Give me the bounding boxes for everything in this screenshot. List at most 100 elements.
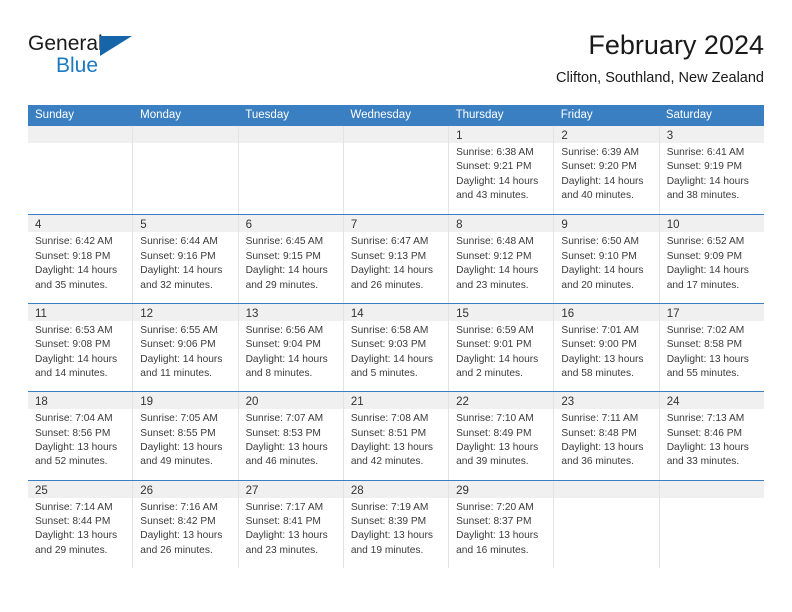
day-number-bar <box>28 126 133 143</box>
calendar-cell-empty <box>133 126 239 215</box>
sunset-text: Sunset: 8:44 PM <box>35 515 111 527</box>
sunrise-text: Sunrise: 7:17 AM <box>245 501 324 513</box>
day-number-bar: 7 <box>343 215 449 233</box>
day-number-bar: 23 <box>554 392 659 410</box>
calendar-week-row: 11 Sunrise: 6:53 AM Sunset: 9:08 PM Dayligh… <box>28 302 764 392</box>
calendar-day-cell[interactable]: 13 Sunrise: 6:56 AM Sunset: 9:04 PM Dayligh… <box>238 303 344 392</box>
calendar-day-cell[interactable]: 10 Sunrise: 6:52 AM Sunset: 9:09 PM Dayligh… <box>659 215 764 303</box>
day-sun-info: Sunrise: 6:55 AM Sunset: 9:06 PM Daylight:… <box>133 321 237 382</box>
calendar-day-cell[interactable]: 29 Sunrise: 7:20 AM Sunset: 8:37 PM Dayligh… <box>449 480 555 568</box>
calendar-day-cell[interactable]: 14 Sunrise: 6:58 AM Sunset: 9:03 PM Dayligh… <box>343 303 450 392</box>
day-number: 26 <box>140 484 154 497</box>
calendar-day-cell[interactable]: 4 Sunrise: 6:42 AM Sunset: 9:18 PM Daylight… <box>28 215 134 303</box>
calendar-day-cell[interactable]: 26 Sunrise: 7:16 AM Sunset: 8:42 PM Dayligh… <box>133 480 239 568</box>
day-number: 6 <box>245 219 252 232</box>
calendar-day-cell[interactable]: 28 Sunrise: 7:19 AM Sunset: 8:39 PM Dayligh… <box>343 480 450 568</box>
day-number: 29 <box>456 484 469 497</box>
day-number-bar: 18 <box>28 392 133 410</box>
calendar-day-cell[interactable]: 20 Sunrise: 7:07 AM Sunset: 8:53 PM Dayligh… <box>238 392 344 480</box>
daylight-text-line2: and 33 minutes. <box>666 456 740 468</box>
day-sun-info: Sunrise: 6:47 AM Sunset: 9:13 PM Daylight:… <box>344 232 448 293</box>
calendar-day-cell[interactable]: 24 Sunrise: 7:13 AM Sunset: 8:46 PM Dayligh… <box>659 392 764 480</box>
calendar-day-cell[interactable]: 11 Sunrise: 6:53 AM Sunset: 9:08 PM Dayligh… <box>28 303 134 392</box>
day-sun-info: Sunrise: 7:11 AM Sunset: 8:48 PM Daylight:… <box>554 409 658 470</box>
daylight-text-line1: Daylight: 13 hours <box>35 530 118 542</box>
sunrise-text: Sunrise: 6:42 AM <box>35 236 113 248</box>
day-number-bar: 14 <box>343 303 449 321</box>
day-number: 28 <box>350 484 364 497</box>
calendar-day-cell[interactable]: 15 Sunrise: 6:59 AM Sunset: 9:01 PM Dayligh… <box>449 303 555 392</box>
day-sun-info: Sunrise: 7:19 AM Sunset: 8:39 PM Daylight:… <box>344 498 448 559</box>
weekday-header-wednesday: Wednesday <box>350 109 411 121</box>
calendar-day-cell[interactable]: 7 Sunrise: 6:47 AM Sunset: 9:13 PM Daylight… <box>343 215 450 303</box>
day-sun-info: Sunrise: 7:05 AM Sunset: 8:55 PM Daylight:… <box>133 409 237 470</box>
calendar-day-cell[interactable]: 17 Sunrise: 7:02 AM Sunset: 8:58 PM Dayligh… <box>659 303 764 392</box>
sunset-text: Sunset: 9:18 PM <box>35 250 111 262</box>
daylight-text-line1: Daylight: 14 hours <box>561 265 644 277</box>
day-number: 11 <box>35 307 47 320</box>
sunset-text: Sunset: 8:46 PM <box>666 427 743 439</box>
day-number: 18 <box>35 396 48 409</box>
daylight-text-line1: Daylight: 13 hours <box>140 530 223 542</box>
daylight-text-line1: Daylight: 13 hours <box>140 441 223 453</box>
day-sun-info: Sunrise: 7:20 AM Sunset: 8:37 PM Daylight:… <box>449 498 553 559</box>
calendar-day-cell[interactable]: 25 Sunrise: 7:14 AM Sunset: 8:44 PM Dayligh… <box>28 480 134 568</box>
sunrise-text: Sunrise: 6:55 AM <box>140 324 218 336</box>
day-sun-info: Sunrise: 6:42 AM Sunset: 9:18 PM Daylight:… <box>28 232 132 293</box>
calendar-day-cell[interactable]: 9 Sunrise: 6:50 AM Sunset: 9:10 PM Daylight… <box>554 215 660 303</box>
day-number: 17 <box>666 307 680 320</box>
day-number-bar: 27 <box>238 480 343 498</box>
calendar-day-cell[interactable]: 19 Sunrise: 7:05 AM Sunset: 8:55 PM Dayligh… <box>133 392 239 480</box>
calendar-cell-empty <box>554 480 660 568</box>
calendar-day-cell[interactable]: 5 Sunrise: 6:44 AM Sunset: 9:16 PM Daylight… <box>133 215 239 303</box>
sunset-text: Sunset: 8:39 PM <box>350 515 427 527</box>
daylight-text-line1: Daylight: 13 hours <box>666 353 749 365</box>
day-number: 15 <box>456 307 469 320</box>
sunset-text: Sunset: 8:42 PM <box>140 515 216 527</box>
daylight-text-line2: and 26 minutes. <box>140 544 213 556</box>
triangle-logo-icon <box>100 36 132 56</box>
calendar-day-cell[interactable]: 27 Sunrise: 7:17 AM Sunset: 8:41 PM Dayligh… <box>238 480 344 568</box>
calendar-day-cell[interactable]: 16 Sunrise: 7:01 AM Sunset: 9:00 PM Dayligh… <box>554 303 660 392</box>
day-sun-info: Sunrise: 7:04 AM Sunset: 8:56 PM Daylight:… <box>28 409 132 470</box>
calendar-day-cell[interactable]: 18 Sunrise: 7:04 AM Sunset: 8:56 PM Dayligh… <box>28 392 134 480</box>
day-number-bar <box>659 480 764 498</box>
day-number-bar: 3 <box>659 126 764 143</box>
calendar-day-cell[interactable]: 6 Sunrise: 6:45 AM Sunset: 9:15 PM Daylight… <box>238 215 344 303</box>
sunset-text: Sunset: 9:16 PM <box>140 250 216 262</box>
daylight-text-line1: Daylight: 14 hours <box>245 265 328 277</box>
daylight-text-line1: Daylight: 14 hours <box>666 265 749 277</box>
calendar-day-cell[interactable]: 22 Sunrise: 7:10 AM Sunset: 8:49 PM Dayligh… <box>449 392 555 480</box>
daylight-text-line1: Daylight: 14 hours <box>456 265 539 277</box>
day-number-bar: 6 <box>238 215 343 233</box>
day-number-bar: 21 <box>343 392 449 410</box>
calendar-day-cell[interactable]: 3 Sunrise: 6:41 AM Sunset: 9:19 PM Daylight… <box>659 126 764 215</box>
daylight-text-line2: and 38 minutes. <box>666 190 740 202</box>
sunrise-text: Sunrise: 7:08 AM <box>350 413 429 425</box>
daylight-text-line2: and 58 minutes. <box>561 368 634 379</box>
calendar-day-cell[interactable]: 2 Sunrise: 6:39 AM Sunset: 9:20 PM Daylight… <box>554 126 660 215</box>
sunrise-text: Sunrise: 7:10 AM <box>456 413 534 425</box>
daylight-text-line2: and 49 minutes. <box>140 456 213 468</box>
day-number-bar: 28 <box>343 480 449 498</box>
title-block: February 2024 Clifton, Southland, New Ze… <box>556 28 764 89</box>
daylight-text-line2: and 29 minutes. <box>35 544 108 556</box>
sunrise-text: Sunrise: 7:19 AM <box>350 501 429 513</box>
calendar-day-cell[interactable]: 23 Sunrise: 7:11 AM Sunset: 8:48 PM Dayligh… <box>554 392 660 480</box>
calendar-day-cell[interactable]: 21 Sunrise: 7:08 AM Sunset: 8:51 PM Dayligh… <box>343 392 450 480</box>
daylight-text-line1: Daylight: 14 hours <box>561 175 644 187</box>
day-number-bar: 29 <box>449 480 554 498</box>
calendar-day-cell[interactable]: 12 Sunrise: 6:55 AM Sunset: 9:06 PM Dayligh… <box>133 303 239 392</box>
weekday-header-thursday: Thursday <box>455 109 504 121</box>
calendar-day-cell[interactable]: 8 Sunrise: 6:48 AM Sunset: 9:12 PM Daylight… <box>449 215 555 303</box>
daylight-text-line1: Daylight: 13 hours <box>350 530 433 542</box>
calendar-day-cell[interactable]: 1 Sunrise: 6:38 AM Sunset: 9:21 PM Daylight… <box>449 126 555 215</box>
brand-name-blue: Blue <box>56 54 99 77</box>
day-sun-info: Sunrise: 6:52 AM Sunset: 9:09 PM Daylight:… <box>660 232 764 293</box>
daylight-text-line2: and 11 minutes. <box>140 368 213 379</box>
day-number: 8 <box>456 219 463 232</box>
day-number-bar: 22 <box>449 392 554 410</box>
brand-logo[interactable]: General Blue <box>28 32 148 86</box>
daylight-text-line2: and 32 minutes. <box>140 279 213 291</box>
sunrise-text: Sunrise: 6:41 AM <box>666 147 745 158</box>
